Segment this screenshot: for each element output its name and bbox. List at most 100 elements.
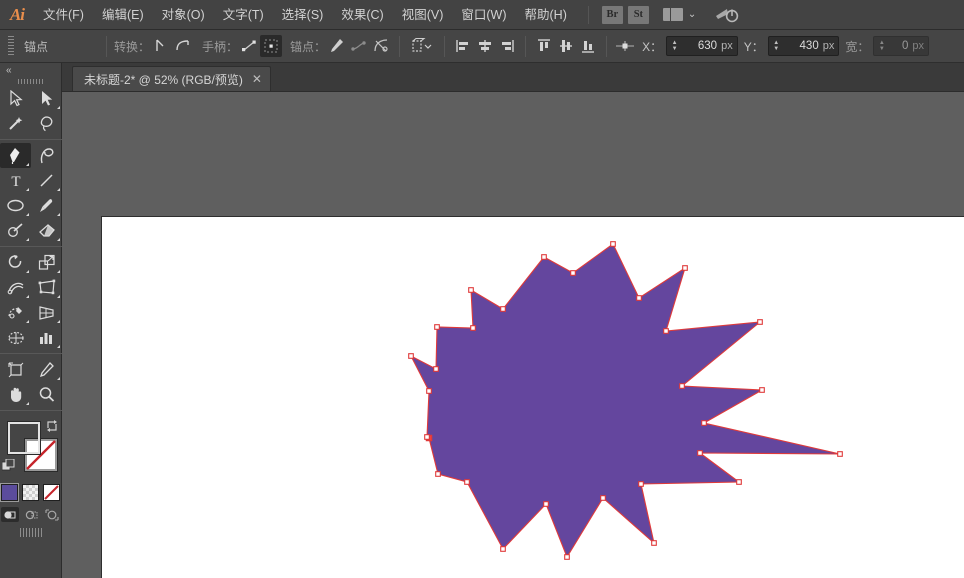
- shape-builder-tool[interactable]: [0, 300, 31, 325]
- anchor-point[interactable]: [701, 420, 707, 426]
- anchor-point[interactable]: [464, 479, 470, 485]
- width-tool[interactable]: [0, 275, 31, 300]
- anchor-point[interactable]: [470, 325, 476, 331]
- align-bottom-button[interactable]: [577, 35, 599, 57]
- canvas-area[interactable]: [62, 92, 964, 578]
- mesh-tool[interactable]: [0, 325, 31, 350]
- anchor-point[interactable]: [500, 546, 506, 552]
- power-workspace-icon[interactable]: [714, 5, 740, 25]
- align-middle-vertical-button[interactable]: [555, 35, 577, 57]
- starburst-path[interactable]: [102, 217, 964, 578]
- anchor-point[interactable]: [434, 324, 440, 330]
- anchor-point[interactable]: [736, 479, 742, 485]
- anchor-point[interactable]: [570, 270, 576, 276]
- anchor-point[interactable]: [408, 353, 414, 359]
- scale-tool[interactable]: [31, 250, 62, 275]
- slice-tool[interactable]: [31, 357, 62, 382]
- type-tool[interactable]: T: [0, 168, 31, 193]
- menu-help[interactable]: 帮助(H): [516, 0, 576, 30]
- column-graph-tool[interactable]: [31, 325, 62, 350]
- line-segment-tool[interactable]: [31, 168, 62, 193]
- anchor-point[interactable]: [610, 241, 616, 247]
- cut-path-button[interactable]: [370, 35, 392, 57]
- hand-tool[interactable]: [0, 382, 31, 407]
- menu-window[interactable]: 窗口(W): [452, 0, 515, 30]
- anchor-point[interactable]: [636, 295, 642, 301]
- rotate-tool[interactable]: [0, 250, 31, 275]
- anchor-point[interactable]: [600, 495, 606, 501]
- default-fill-stroke-icon[interactable]: [1, 458, 15, 472]
- convert-to-corner-button[interactable]: [150, 35, 172, 57]
- anchor-point[interactable]: [426, 388, 432, 394]
- menu-effect[interactable]: 效果(C): [332, 0, 392, 30]
- pen-tool[interactable]: [0, 143, 31, 168]
- starburst-fill[interactable]: [409, 243, 841, 559]
- align-right-button[interactable]: [496, 35, 518, 57]
- menu-file[interactable]: 文件(F): [34, 0, 93, 30]
- artboard[interactable]: [101, 216, 964, 578]
- ellipse-tool[interactable]: [0, 193, 31, 218]
- anchor-point[interactable]: [837, 451, 843, 457]
- y-coordinate-input[interactable]: ▲ ▼ 430 px: [767, 36, 840, 56]
- convert-to-smooth-button[interactable]: [172, 35, 194, 57]
- menu-type[interactable]: 文字(T): [214, 0, 273, 30]
- lasso-tool[interactable]: [31, 111, 62, 136]
- menu-object[interactable]: 对象(O): [153, 0, 214, 30]
- artboard-tool[interactable]: [0, 357, 31, 382]
- stock-button[interactable]: St: [627, 5, 649, 24]
- close-icon[interactable]: ✕: [252, 73, 262, 85]
- eraser-tool[interactable]: [31, 218, 62, 243]
- shaper-tool[interactable]: [0, 218, 31, 243]
- anchor-point[interactable]: [435, 471, 441, 477]
- anchor-point[interactable]: [759, 387, 765, 393]
- anchor-point[interactable]: [663, 328, 669, 334]
- direct-selection-tool[interactable]: [31, 86, 62, 111]
- tools-panel-grip[interactable]: [0, 77, 61, 86]
- isolate-selection-button[interactable]: [407, 35, 437, 57]
- hide-handles-button[interactable]: [260, 35, 283, 57]
- anchor-point[interactable]: [651, 540, 657, 546]
- transform-reference-point-icon[interactable]: [614, 35, 636, 57]
- align-center-horizontal-button[interactable]: [474, 35, 496, 57]
- y-stepper[interactable]: ▲ ▼: [771, 40, 782, 52]
- magic-wand-tool[interactable]: [0, 111, 31, 136]
- menu-view[interactable]: 视图(V): [393, 0, 453, 30]
- control-bar-grip[interactable]: [8, 35, 14, 57]
- perspective-grid-tool[interactable]: [31, 300, 62, 325]
- anchor-point[interactable]: [543, 501, 549, 507]
- collapse-panel-button[interactable]: «: [0, 63, 61, 77]
- screen-mode-button[interactable]: [19, 528, 42, 537]
- anchor-point[interactable]: [500, 306, 506, 312]
- anchor-point[interactable]: [757, 319, 763, 325]
- menu-select[interactable]: 选择(S): [273, 0, 333, 30]
- anchor-point[interactable]: [424, 434, 430, 440]
- anchor-point[interactable]: [682, 265, 688, 271]
- free-transform-tool[interactable]: [31, 275, 62, 300]
- color-mode-swatch[interactable]: [0, 483, 19, 502]
- fill-color-swatch[interactable]: [7, 421, 41, 455]
- anchor-point[interactable]: [679, 383, 685, 389]
- color-mode-none[interactable]: [43, 484, 60, 501]
- bridge-button[interactable]: Br: [601, 5, 623, 24]
- width-stepper[interactable]: ▲ ▼: [876, 40, 887, 52]
- show-handles-button[interactable]: [238, 35, 260, 57]
- remove-anchor-point-button[interactable]: [326, 35, 348, 57]
- arrange-documents-button[interactable]: ⌄: [662, 8, 696, 21]
- document-tab[interactable]: 未标题-2* @ 52% (RGB/预览) ✕: [72, 66, 271, 91]
- curvature-tool[interactable]: [31, 143, 62, 168]
- x-stepper[interactable]: ▲ ▼: [669, 40, 680, 52]
- align-top-button[interactable]: [533, 35, 555, 57]
- x-coordinate-input[interactable]: ▲ ▼ 630 px: [666, 36, 738, 56]
- anchor-point[interactable]: [468, 287, 474, 293]
- anchor-point[interactable]: [697, 450, 703, 456]
- width-input[interactable]: ▲ ▼ 0 px: [873, 36, 929, 56]
- draw-behind-mode[interactable]: [22, 507, 40, 522]
- draw-inside-mode[interactable]: [43, 507, 61, 522]
- zoom-tool[interactable]: [31, 382, 62, 407]
- align-left-button[interactable]: [452, 35, 474, 57]
- anchor-point[interactable]: [638, 481, 644, 487]
- connect-anchor-points-button[interactable]: [348, 35, 370, 57]
- menu-edit[interactable]: 编辑(E): [93, 0, 153, 30]
- selection-tool[interactable]: [0, 86, 31, 111]
- anchor-point[interactable]: [433, 366, 439, 372]
